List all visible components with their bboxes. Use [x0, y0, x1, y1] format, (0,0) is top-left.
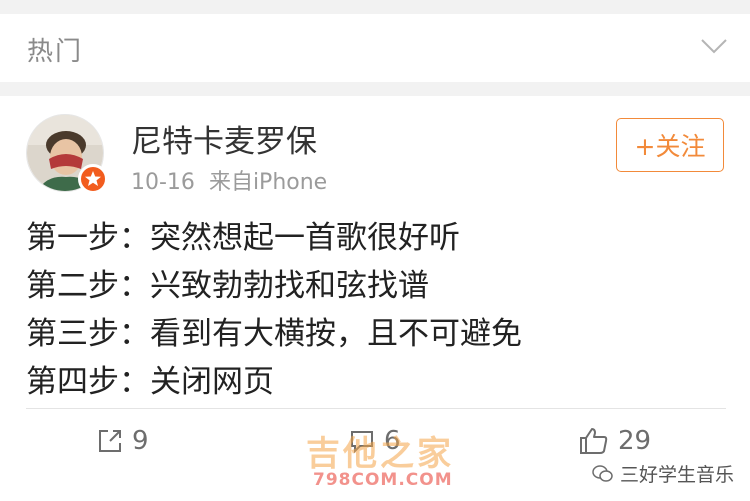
post-date: 10-16: [131, 170, 195, 195]
wechat-watermark: 三好学生音乐: [592, 460, 734, 487]
content-line: 第二步：兴致勃勃找和弦找谱: [26, 268, 429, 304]
thumbs-up-icon: [580, 428, 608, 454]
top-gap: [0, 0, 750, 14]
content-line: 第一步：突然想起一首歌很好听: [26, 220, 460, 256]
post-content: 第一步：突然想起一首歌很好听 第二步：兴致勃勃找和弦找谱 第三步：看到有大横按，…: [26, 214, 726, 406]
like-button[interactable]: 29: [578, 426, 651, 456]
repost-button[interactable]: 9: [96, 426, 149, 456]
like-count: 29: [618, 426, 652, 456]
post-meta: 10-16 来自iPhone: [131, 164, 327, 196]
watermark-logo: 吉他之家: [306, 434, 454, 474]
repost-count: 9: [132, 426, 149, 456]
section-gap: [0, 82, 750, 96]
wechat-icon: [592, 464, 613, 482]
follow-button[interactable]: +关注: [616, 118, 724, 172]
verified-badge-icon: [78, 164, 108, 194]
divider: [26, 408, 726, 409]
section-title: 热门: [27, 37, 84, 67]
repost-icon: [99, 430, 121, 452]
author-name[interactable]: 尼特卡麦罗保: [131, 116, 317, 161]
watermark-url: 798COM.COM: [313, 470, 453, 490]
content-line: 第四步：关闭网页: [26, 364, 274, 400]
post-source: 来自iPhone: [208, 170, 328, 195]
post-card: 尼特卡麦罗保 10-16 来自iPhone +关注 第一步：突然想起一首歌很好听 …: [0, 96, 750, 501]
hot-section-header[interactable]: 热门: [0, 14, 750, 82]
content-line: 第三步：看到有大横按，且不可避免: [26, 316, 522, 352]
wechat-account-name: 三好学生音乐: [620, 464, 735, 486]
chevron-down-icon[interactable]: [700, 36, 728, 56]
